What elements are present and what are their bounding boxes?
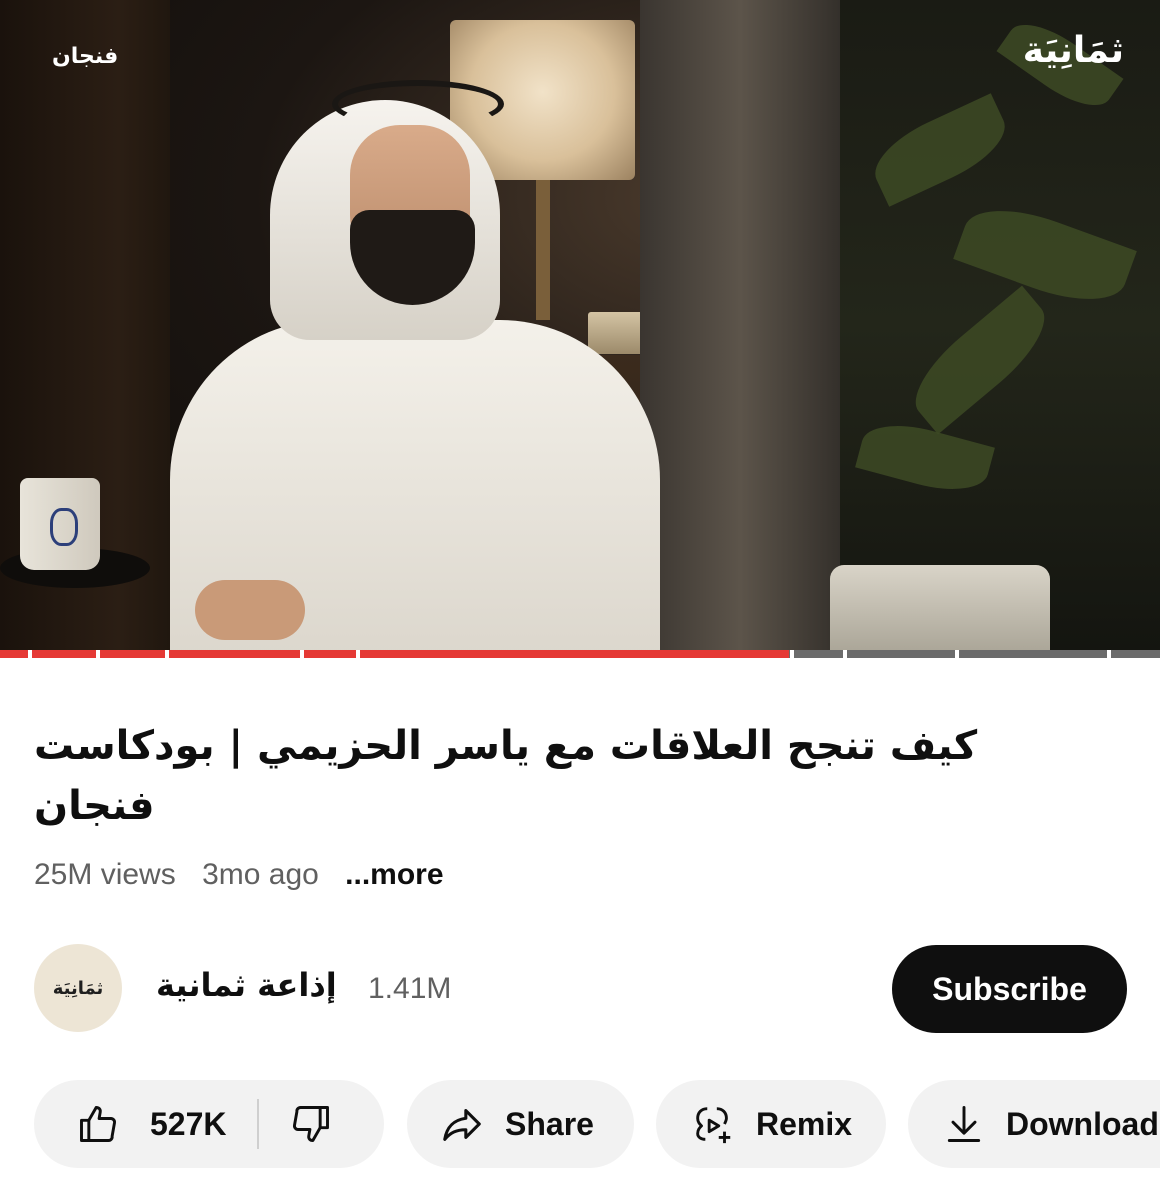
video-title[interactable]: كيف تنجح العلاقات مع ياسر الحزيمي | بودك… <box>34 716 1094 836</box>
progress-bar[interactable] <box>0 650 1160 658</box>
view-count: 25M views <box>34 858 176 891</box>
channel-watermark-logo: ثمَانِيَة <box>1022 30 1124 71</box>
video-host <box>150 60 680 655</box>
scene-plants-area <box>840 0 1160 650</box>
video-title-text: كيف تنجح العلاقات مع ياسر الحزيمي | بودك… <box>34 723 978 829</box>
channel-name[interactable]: إذاعة ثمانية <box>156 966 337 1004</box>
share-button[interactable]: Share <box>407 1080 634 1168</box>
progress-fill <box>0 650 789 658</box>
remix-label: Remix <box>756 1105 853 1142</box>
download-icon <box>942 1102 986 1146</box>
chapter-marker <box>28 650 32 658</box>
chapter-marker <box>165 650 169 658</box>
chapter-marker <box>955 650 959 658</box>
video-meta[interactable]: 25M views 3mo ago ...more <box>34 858 462 892</box>
like-dislike-group: 527K <box>34 1080 384 1168</box>
show-name-overlay: فنجان <box>52 44 119 69</box>
thumb-up-icon[interactable] <box>76 1102 120 1146</box>
video-watch-page: ثمَانِيَة فنجان كيف تنجح العلاقات مع ياس… <box>0 0 1160 1200</box>
chapter-marker <box>843 650 847 658</box>
like-divider <box>256 1099 259 1149</box>
thumb-down-icon[interactable] <box>289 1102 333 1146</box>
remix-button[interactable]: Remix <box>656 1080 886 1168</box>
scene-plant-pot <box>830 565 1050 655</box>
subscriber-count: 1.41M <box>368 972 452 1005</box>
more-link[interactable]: ...more <box>345 858 443 891</box>
download-button[interactable]: Download <box>908 1080 1160 1168</box>
remix-icon <box>690 1101 736 1147</box>
subscribe-button[interactable]: Subscribe <box>892 945 1127 1033</box>
video-player[interactable]: ثمَانِيَة فنجان <box>0 0 1160 658</box>
like-count[interactable]: 527K <box>150 1106 227 1143</box>
download-label: Download <box>1006 1105 1159 1142</box>
share-arrow-icon <box>439 1101 485 1147</box>
share-label: Share <box>505 1105 594 1142</box>
channel-avatar[interactable]: ثمَانِيَة <box>34 944 122 1032</box>
upload-age: 3mo ago <box>202 858 319 891</box>
chapter-marker <box>300 650 304 658</box>
chapter-marker <box>790 650 794 658</box>
chapter-marker <box>96 650 100 658</box>
chapter-marker <box>1107 650 1111 658</box>
chapter-marker <box>356 650 360 658</box>
scene-mug <box>20 478 100 570</box>
